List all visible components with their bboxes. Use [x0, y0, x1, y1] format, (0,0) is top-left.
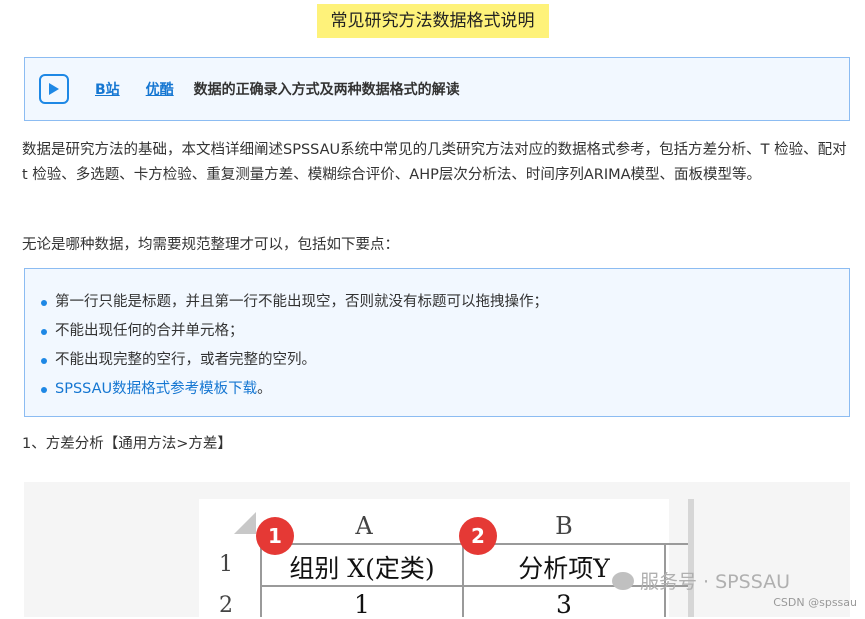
- link-suffix: 。: [257, 381, 272, 397]
- list-item: 第一行只能是标题，并且第一行不能出现空，否则就没有标题可以拖拽操作；: [39, 288, 849, 317]
- video-box: B站 优酷 数据的正确录入方式及两种数据格式的解读: [24, 57, 850, 121]
- wechat-icon: [612, 571, 634, 590]
- select-all-corner: [234, 512, 256, 534]
- grid-line: [462, 543, 464, 617]
- video-title: 数据的正确录入方式及两种数据格式的解读: [193, 82, 460, 98]
- sheet-edge: [688, 499, 694, 617]
- play-icon[interactable]: [39, 74, 69, 104]
- requirement-list: 第一行只能是标题，并且第一行不能出现空，否则就没有标题可以拖拽操作； 不能出现任…: [25, 269, 849, 404]
- number-badge-1: 1: [256, 517, 294, 555]
- watermark-text: 服务号 · SPSSAU: [640, 571, 791, 593]
- notice-box: 第一行只能是标题，并且第一行不能出现空，否则就没有标题可以拖拽操作； 不能出现任…: [24, 268, 850, 417]
- grid-line: [260, 543, 262, 617]
- section-heading: 1、方差分析【通用方法>方差】: [22, 436, 232, 452]
- list-item: 不能出现完整的空行，或者完整的空列。: [39, 346, 849, 375]
- row-number-1: 1: [219, 552, 233, 577]
- row-number-2: 2: [219, 593, 233, 618]
- csdn-watermark: CSDN @spssau: [773, 596, 857, 609]
- cell-b2: 3: [556, 590, 572, 619]
- watermark: 服务号 · SPSSAU: [612, 567, 790, 594]
- number-badge-2: 2: [459, 517, 497, 555]
- requirement-paragraph: 无论是哪种数据，均需要规范整理才可以，包括如下要点：: [22, 237, 399, 253]
- column-header-a: A: [355, 512, 373, 540]
- title-wrapper: 常见研究方法数据格式说明: [0, 4, 865, 38]
- template-download-link[interactable]: SPSSAU数据格式参考模板下载: [55, 381, 257, 397]
- spreadsheet-image: A B 1 2 组别 X(定类) 分析项Y 1 3 1 2: [24, 482, 850, 619]
- list-item: SPSSAU数据格式参考模板下载。: [39, 375, 849, 404]
- bilibili-link[interactable]: B站: [95, 79, 120, 99]
- cell-a1: 组别 X(定类): [289, 554, 435, 583]
- cell-a2: 1: [354, 590, 370, 619]
- page-title: 常见研究方法数据格式说明: [316, 4, 549, 38]
- intro-paragraph: 数据是研究方法的基础，本文档详细阐述SPSSAU系统中常见的几类研究方法对应的数…: [22, 142, 847, 183]
- youku-link[interactable]: 优酷: [146, 79, 174, 99]
- list-item: 不能出现任何的合并单元格；: [39, 317, 849, 346]
